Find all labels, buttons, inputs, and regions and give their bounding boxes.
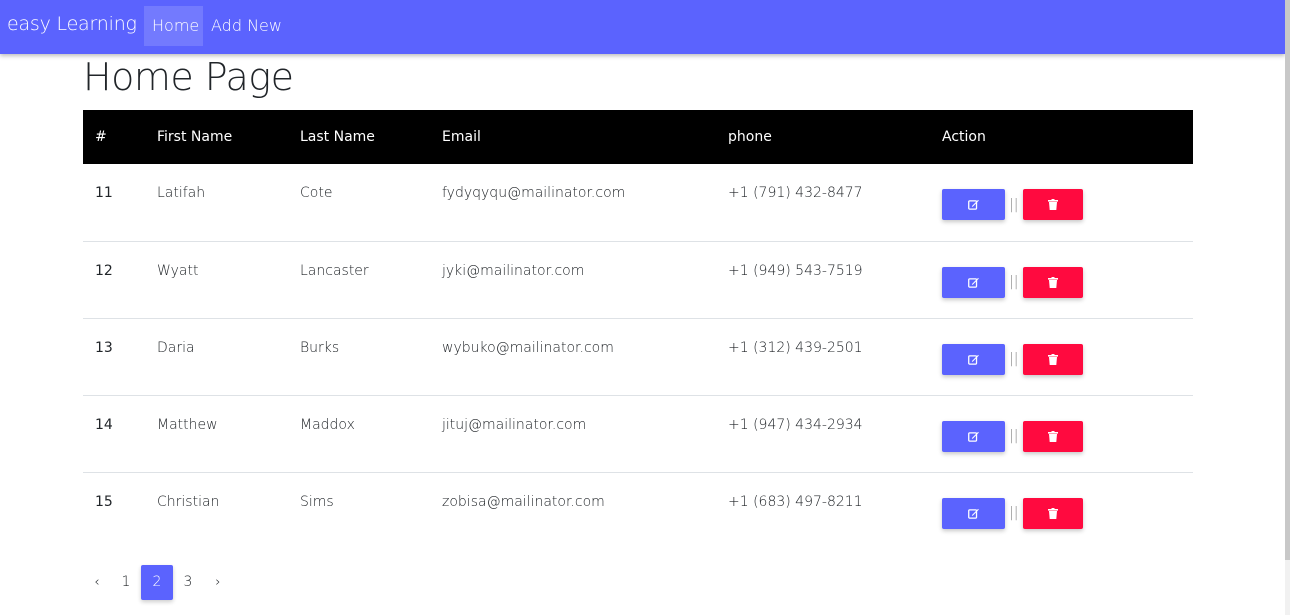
cell-last-name: Burks [300, 339, 340, 356]
cell-last-name: Maddox [300, 416, 355, 433]
edit-button[interactable] [942, 497, 1005, 529]
trash-icon [1048, 199, 1059, 210]
nav-home-link[interactable]: Home [144, 6, 203, 46]
header-id: # [95, 129, 107, 145]
action-separator: || [1009, 196, 1019, 213]
action-separator: || [1009, 351, 1019, 367]
cell-phone: +1 (683) 497-8211 [728, 493, 863, 510]
action-separator: || [1009, 274, 1019, 290]
cell-first-name: Matthew [157, 416, 218, 433]
cell-actions: || [930, 164, 1193, 241]
users-table: # First Name Last Name Email phone Actio… [83, 110, 1193, 549]
cell-first-name: Latifah [157, 185, 206, 201]
cell-phone: +1 (947) 434-2934 [728, 416, 863, 433]
edit-icon [968, 508, 979, 519]
pagination-page-3[interactable]: 3 [181, 565, 195, 600]
cell-first-name: Christian [157, 493, 220, 510]
scrollbar-thumb[interactable] [1285, 0, 1290, 560]
cell-id: 11 [95, 185, 113, 201]
delete-button[interactable] [1023, 497, 1084, 529]
cell-first-name: Wyatt [157, 262, 199, 279]
cell-id: 12 [95, 262, 113, 279]
header-action: Action [942, 129, 986, 145]
page-title: Home Page [83, 55, 294, 99]
edit-icon [968, 277, 979, 288]
pagination-next-button[interactable]: › [212, 565, 224, 600]
header-phone: phone [728, 129, 772, 145]
delete-button[interactable] [1023, 189, 1084, 220]
edit-icon [968, 431, 979, 442]
cell-last-name: Lancaster [300, 262, 369, 279]
cell-id: 13 [95, 339, 113, 356]
cell-email: fydyqyqu@mailinator.com [442, 185, 626, 201]
cell-email: zobisa@mailinator.com [442, 493, 605, 510]
pagination-page-2-active[interactable]: 2 [141, 565, 173, 600]
cell-actions: || [930, 395, 1193, 472]
nav-add-new-link[interactable]: Add New [203, 6, 290, 46]
header-email: Email [442, 129, 481, 145]
delete-button[interactable] [1023, 343, 1084, 375]
table-body: 11 Latifah Cote fydyqyqu@mailinator.com … [83, 164, 1193, 549]
cell-actions: || [930, 241, 1193, 318]
delete-button[interactable] [1023, 420, 1084, 452]
cell-phone: +1 (791) 432-8477 [728, 185, 863, 201]
table-row: 11 Latifah Cote fydyqyqu@mailinator.com … [83, 164, 1193, 241]
cell-phone: +1 (312) 439-2501 [728, 339, 863, 356]
edit-button[interactable] [942, 266, 1005, 298]
cell-actions: || [930, 472, 1193, 549]
cell-email: wybuko@mailinator.com [442, 339, 614, 356]
pagination-page-1[interactable]: 1 [119, 565, 133, 600]
edit-icon [968, 199, 979, 210]
trash-icon [1048, 430, 1059, 442]
cell-first-name: Daria [157, 339, 195, 356]
cell-email: jituj@mailinator.com [442, 416, 587, 433]
trash-icon [1048, 353, 1059, 365]
delete-button[interactable] [1023, 266, 1084, 298]
cell-email: jyki@mailinator.com [442, 262, 585, 279]
action-separator: || [1009, 428, 1019, 444]
edit-button[interactable] [942, 189, 1005, 220]
brand-logo[interactable]: easy Learning [7, 13, 137, 35]
table-row: 12 Wyatt Lancaster jyki@mailinator.com +… [83, 241, 1193, 318]
cell-id: 14 [95, 416, 113, 433]
table-header: # First Name Last Name Email phone Actio… [83, 110, 1193, 164]
action-separator: || [1009, 505, 1019, 521]
table-row: 15 Christian Sims zobisa@mailinator.com … [83, 472, 1193, 549]
cell-last-name: Sims [300, 493, 334, 510]
edit-icon [968, 354, 979, 365]
table-header-row: # First Name Last Name Email phone Actio… [83, 110, 1193, 164]
vertical-scrollbar[interactable] [1285, 0, 1290, 615]
edit-button[interactable] [942, 343, 1005, 375]
cell-id: 15 [95, 493, 113, 510]
cell-actions: || [930, 318, 1193, 395]
header-last-name: Last Name [300, 129, 375, 145]
table-row: 14 Matthew Maddox jituj@mailinator.com +… [83, 395, 1193, 472]
edit-button[interactable] [942, 420, 1005, 452]
cell-phone: +1 (949) 543-7519 [728, 262, 863, 279]
cell-last-name: Cote [300, 185, 333, 201]
trash-icon [1048, 507, 1059, 519]
pagination-prev-button[interactable]: ‹ [91, 565, 103, 600]
navbar: easy Learning Home Add New [0, 0, 1285, 54]
table-row: 13 Daria Burks wybuko@mailinator.com +1 … [83, 318, 1193, 395]
trash-icon [1048, 276, 1059, 288]
header-first-name: First Name [157, 129, 233, 145]
